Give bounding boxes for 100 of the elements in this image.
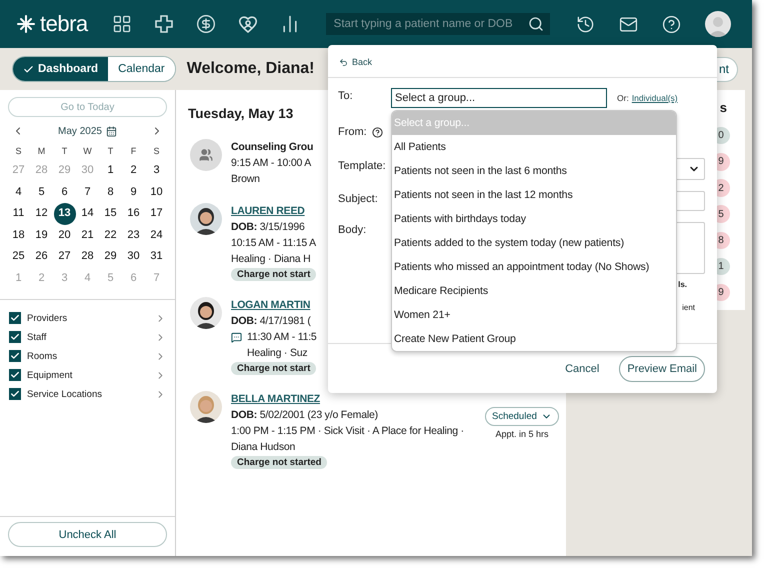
calendar-day[interactable]: 19 (30, 224, 52, 246)
calendar-day[interactable]: 16 (122, 203, 144, 224)
patient-name-link[interactable]: BELLA MARTINEZ (231, 391, 320, 407)
mail-icon[interactable] (618, 14, 638, 34)
note-text: ient (682, 303, 695, 312)
calendar-day[interactable]: 10 (146, 182, 168, 203)
cross-icon[interactable] (154, 14, 174, 34)
calendar-day[interactable]: 12 (30, 203, 52, 224)
field-label: Body: (338, 223, 368, 236)
dropdown-option[interactable]: Patients not seen in the last 12 months (392, 183, 676, 207)
appointment-detail: 9:15 AM - 10:00 A (231, 156, 312, 171)
people-icon (199, 148, 213, 162)
calendar-day[interactable]: 25 (8, 246, 30, 268)
dropdown-option[interactable]: Create New Patient Group (392, 327, 676, 351)
weekday-label: M (36, 145, 46, 158)
checkbox[interactable] (9, 369, 21, 381)
calendar-day[interactable]: 29 (100, 246, 122, 268)
calendar-day[interactable]: 1 (100, 160, 122, 182)
grid-icon[interactable] (112, 14, 132, 34)
search-field[interactable]: Start typing a patient name or DOB (326, 13, 550, 35)
calendar-icon[interactable] (106, 126, 117, 136)
checkbox[interactable] (9, 350, 21, 362)
calendar-day[interactable]: 22 (100, 224, 122, 246)
from-label: From: (338, 124, 391, 138)
calendar-day[interactable]: 3 (146, 160, 168, 182)
weekday-label: T (106, 145, 114, 158)
back-arrow-icon (339, 58, 348, 66)
calendar-day[interactable]: 2 (122, 160, 144, 182)
calendar-day[interactable]: 26 (30, 246, 52, 268)
dropdown-option[interactable]: Patients added to the system today (new patients) (392, 231, 676, 255)
calendar-day[interactable]: 4 (8, 182, 30, 203)
card-heading: s (720, 100, 727, 115)
filter-label: Rooms (27, 350, 58, 362)
preview-email-button[interactable]: Preview Email (619, 356, 705, 382)
calendar-day[interactable]: 28 (76, 246, 98, 268)
search-icon[interactable] (528, 16, 544, 32)
calendar-day[interactable]: 20 (54, 224, 76, 246)
calendar-day[interactable]: 23 (122, 224, 144, 246)
day-heading: Tuesday, May 13 (188, 106, 294, 121)
help-icon[interactable] (372, 126, 383, 138)
weekday-label: T (60, 145, 68, 158)
appointment-detail: Healing · Diana H (231, 252, 310, 267)
filter-label: Service Locations (27, 388, 103, 400)
dropdown-option[interactable]: Medicare Recipients (392, 279, 676, 303)
group-select[interactable]: Select a group... (391, 88, 607, 108)
appointment-detail: Healing · Suz (246, 346, 308, 361)
calendar-day[interactable]: 6 (54, 182, 76, 203)
alternative-recipients: Or: Individual(s) (617, 93, 678, 103)
filter-label: Providers (27, 312, 68, 324)
patient-dob: DOB: 3/15/1996 (231, 220, 305, 235)
appointment-detail: 1:00 PM - 1:15 PM · Sick Visit · A Place for Healing · Diana Hudson (231, 424, 465, 455)
calendar-day[interactable]: 24 (146, 224, 168, 246)
checkbox[interactable] (9, 331, 21, 343)
avatar[interactable] (704, 11, 731, 37)
history-icon[interactable] (576, 14, 595, 34)
dropdown-option[interactable]: Women 21+ (392, 303, 676, 327)
heart-person-icon[interactable] (238, 14, 258, 34)
filter-label: Equipment (27, 370, 74, 380)
individuals-link[interactable]: Individual(s) (632, 93, 678, 103)
calendar-day[interactable]: 17 (146, 203, 168, 224)
calendar-day[interactable]: 15 (100, 203, 122, 224)
calendar-day[interactable]: 13 (54, 203, 76, 224)
calendar-day[interactable]: 9 (122, 182, 144, 203)
calendar-day[interactable]: 11 (8, 203, 30, 224)
dropdown-option[interactable]: Patients with birthdays today (392, 207, 676, 231)
view-tab[interactable]: Dashboard (13, 57, 108, 81)
patient-name-link[interactable]: LAUREN REED (231, 203, 305, 219)
dollar-icon[interactable] (196, 14, 216, 34)
checkbox[interactable] (9, 312, 21, 324)
dropdown-option[interactable]: Patients not seen in the last 6 months (392, 159, 676, 183)
charge-status-tag: Charge not start (231, 362, 316, 375)
calendar-day[interactable]: 21 (76, 224, 98, 246)
patient-dob: DOB: 5/02/2001 (23 y/o Female) (231, 408, 378, 423)
calendar-day[interactable]: 18 (8, 224, 30, 246)
appointment-eta: Appt. in 5 hrs (495, 429, 548, 439)
patient-name-link[interactable]: LOGAN MARTIN (231, 297, 310, 313)
cancel-button[interactable]: Cancel (559, 362, 606, 376)
calendar-day[interactable]: 14 (76, 203, 98, 224)
status-dropdown[interactable]: Scheduled (485, 407, 559, 426)
filter-label: Staff (27, 332, 48, 342)
field-label: To: (338, 89, 354, 102)
calendar-day[interactable]: 27 (54, 246, 76, 268)
logo-icon (16, 14, 36, 34)
calendar-day[interactable]: 30 (122, 246, 144, 268)
calendar-day[interactable]: 5 (30, 182, 52, 203)
calendar-day[interactable]: 7 (76, 182, 98, 203)
checkbox[interactable] (9, 388, 21, 400)
appointment-detail: 11:30 AM - 11:5 (247, 330, 317, 345)
charge-status-tag: Charge not started (231, 456, 328, 469)
back-link[interactable]: Back (339, 57, 372, 67)
note-icon[interactable] (231, 332, 242, 342)
uncheck-all-button[interactable]: Uncheck All (8, 522, 167, 547)
logo[interactable]: tebra (40, 11, 88, 37)
calendar-day[interactable]: 8 (100, 182, 122, 203)
appointment-title: Counseling Grou (231, 140, 314, 155)
header-button[interactable]: nt (716, 56, 738, 82)
calendar-day[interactable]: 31 (146, 246, 168, 268)
weekday-label: S (14, 145, 22, 158)
dropdown-option[interactable]: All Patients (392, 135, 676, 159)
dropdown-option[interactable]: Patients who missed an appointment today (No Shows) (392, 255, 676, 279)
